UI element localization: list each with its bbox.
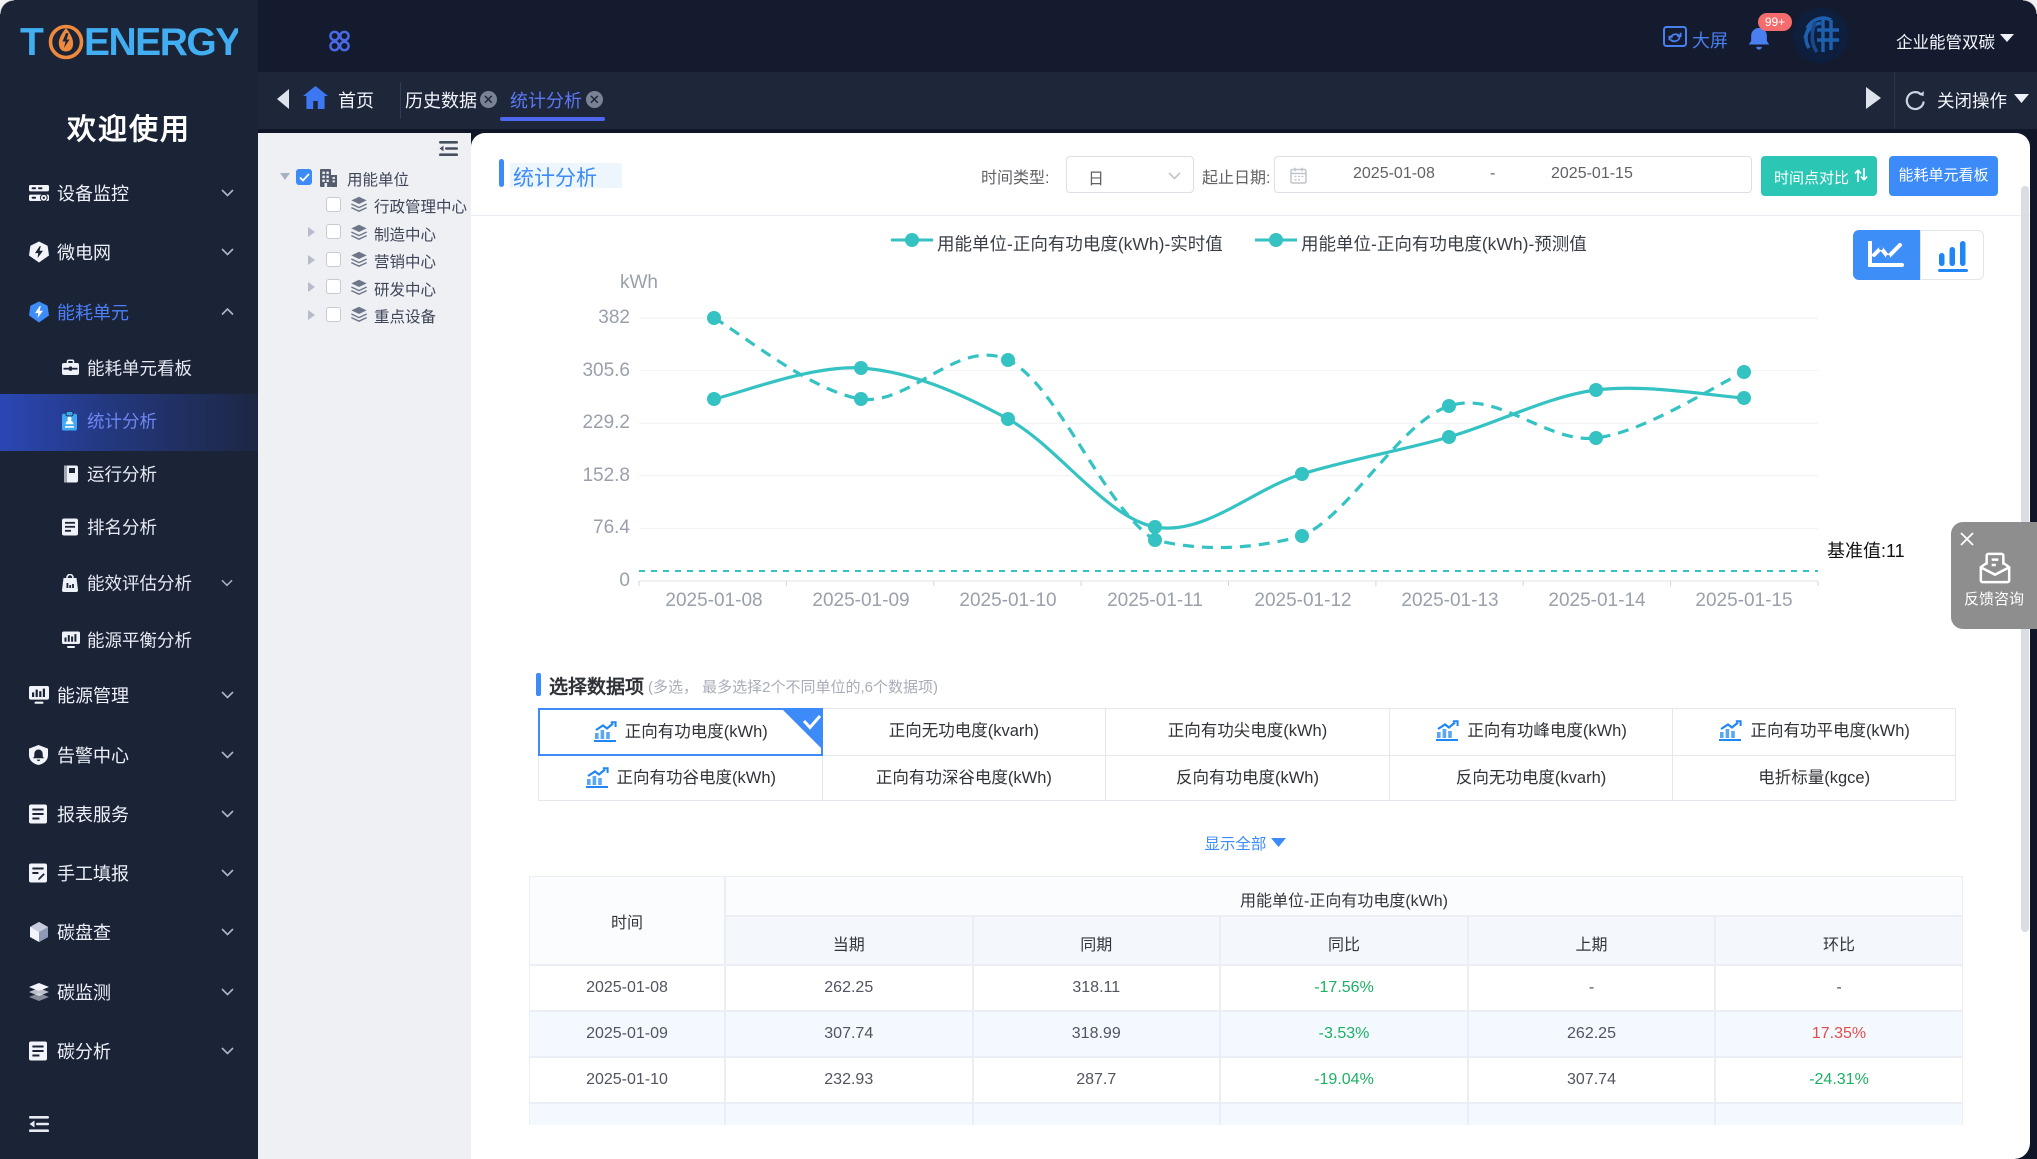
- svg-text:ENERGY: ENERGY: [84, 21, 238, 64]
- svg-text:T: T: [20, 21, 44, 64]
